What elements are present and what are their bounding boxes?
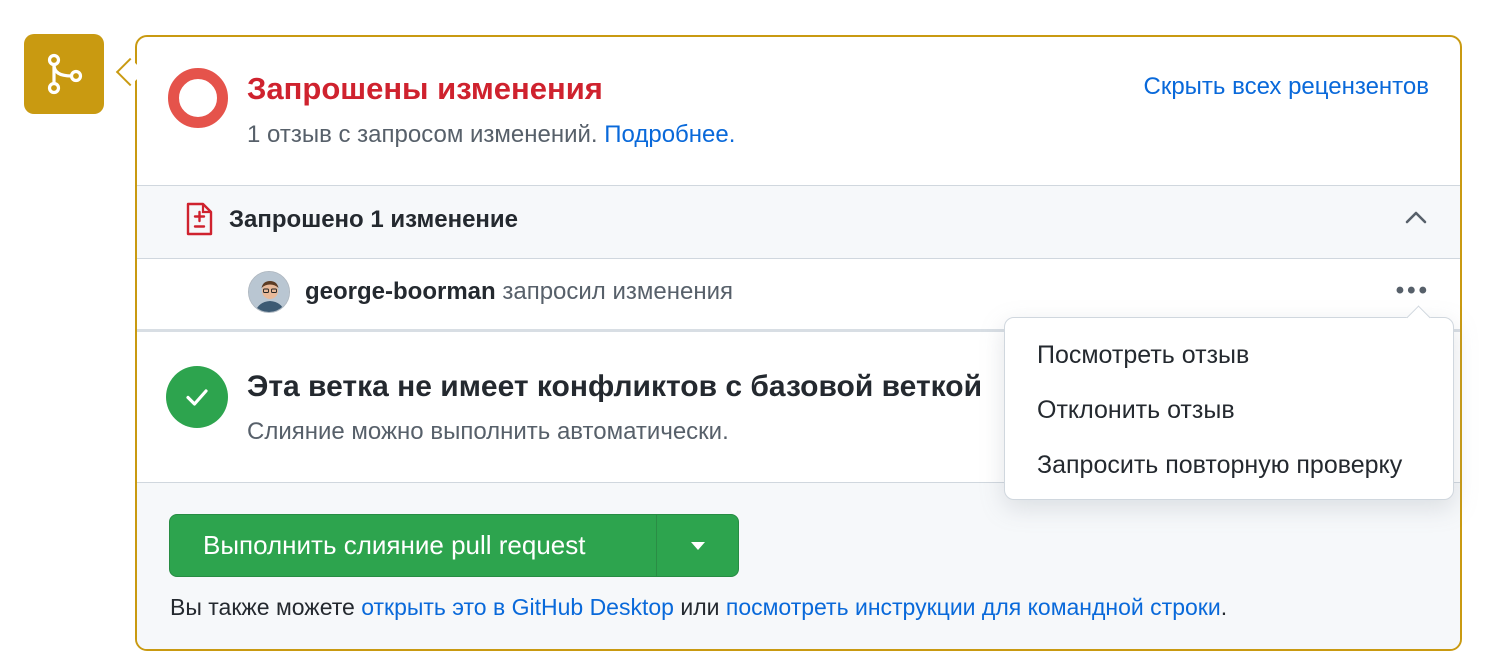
merge-actions-section: Выполнить слияние pull request Вы также … [137,483,1460,649]
reviewer-status: george-boorman запросил изменения [305,278,733,306]
review-actions-menu: Посмотреть отзыв Отклонить отзыв Запроси… [1004,317,1454,500]
menu-item-re-request-review[interactable]: Запросить повторную проверку [1037,451,1402,480]
avatar[interactable] [248,271,290,313]
learn-more-link[interactable]: Подробнее. [604,121,735,148]
open-in-desktop-link[interactable]: открыть это в GitHub Desktop [361,594,674,620]
reviewer-action-text: запросил изменения [502,278,733,305]
file-diff-icon [184,202,214,241]
changes-requested-icon [168,68,228,128]
git-merge-icon [24,34,104,114]
check-icon [166,366,228,428]
hint-prefix: Вы также можете [170,594,355,620]
menu-item-view-review[interactable]: Посмотреть отзыв [1037,341,1249,370]
hint-suffix: . [1220,594,1228,620]
no-conflicts-title: Эта ветка не имеет конфликтов с базовой … [247,370,983,403]
kebab-menu-icon[interactable]: ••• [1396,277,1430,305]
reviewer-name-link[interactable]: george-boorman [305,278,496,305]
merge-pull-request-button[interactable]: Выполнить слияние pull request [170,515,656,576]
review-status-title: Запрошены изменения [247,71,603,106]
hide-all-reviewers-link[interactable]: Скрыть всех рецензентов [1144,73,1430,101]
review-status-section: Запрошены изменения 1 отзыв с запросом и… [137,37,1460,185]
review-summary-text: 1 отзыв с запросом изменений. [247,121,598,148]
merge-options-dropdown[interactable] [657,515,738,576]
auto-merge-subtitle: Слияние можно выполнить автоматически. [247,418,729,445]
merge-button-group: Выполнить слияние pull request [169,514,739,577]
chevron-up-icon[interactable] [1404,208,1428,231]
triangle-down-icon [690,541,705,550]
merge-hint: Вы также можете открыть это в GitHub Des… [170,594,1227,621]
menu-item-dismiss-review[interactable]: Отклонить отзыв [1037,396,1235,425]
changes-requested-header[interactable]: Запрошено 1 изменение [137,185,1460,259]
hint-or: или [680,594,720,620]
changes-requested-title: Запрошено 1 изменение [229,206,519,233]
review-status-subtitle: 1 отзыв с запросом изменений. Подробнее. [247,121,735,149]
command-line-instructions-link[interactable]: посмотреть инструкции для командной стро… [726,594,1221,620]
